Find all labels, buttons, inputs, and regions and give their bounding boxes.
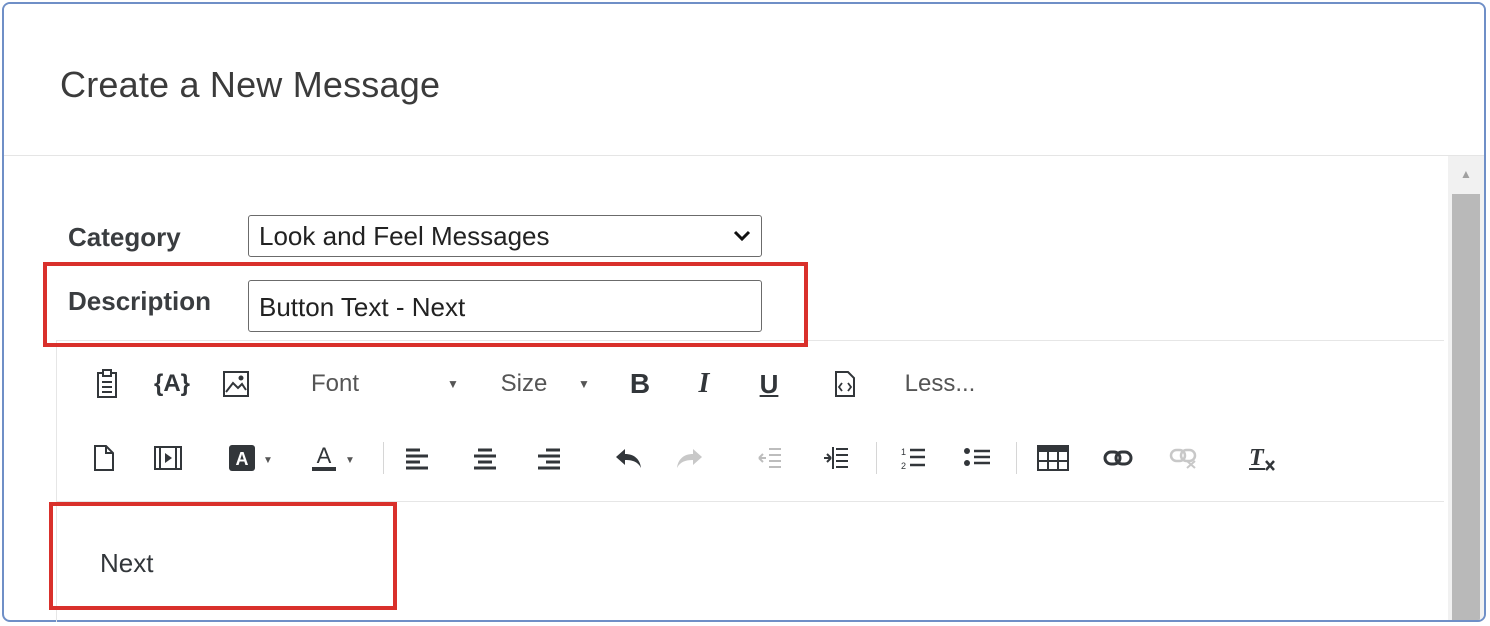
text-color-icon[interactable]: A (308, 440, 340, 476)
align-right-icon[interactable] (532, 440, 566, 476)
image-icon[interactable] (218, 366, 254, 402)
dialog-title: Create a New Message (60, 64, 441, 105)
scroll-thumb[interactable] (1452, 194, 1480, 620)
scroll-up-icon[interactable]: ▲ (1448, 162, 1484, 186)
description-highlight-box (43, 262, 808, 347)
svg-text:T: T (1249, 445, 1265, 471)
toolbar-divider (876, 442, 877, 474)
table-icon[interactable] (1034, 440, 1072, 476)
svg-text:A: A (317, 443, 332, 468)
text-color-caret-icon[interactable]: ▼ (342, 442, 358, 478)
align-left-icon[interactable] (400, 440, 434, 476)
toolbar-divider (383, 442, 384, 474)
outdent-icon[interactable] (754, 440, 786, 476)
svg-text:1: 1 (901, 447, 906, 457)
size-dropdown[interactable]: Size (496, 366, 552, 402)
underline-button[interactable]: U (752, 366, 786, 402)
category-value: Look and Feel Messages (259, 221, 550, 251)
clear-formatting-icon[interactable]: T (1244, 440, 1280, 476)
unlink-icon[interactable] (1166, 440, 1202, 476)
category-label: Category (68, 222, 181, 252)
svg-text:A: A (236, 449, 249, 469)
svg-text:2: 2 (901, 461, 906, 471)
bulleted-list-icon[interactable] (960, 440, 994, 476)
size-caret-icon[interactable]: ▼ (575, 366, 593, 402)
toolbar-divider (1016, 442, 1017, 474)
insert-variable-icon[interactable]: {A} (150, 366, 194, 402)
undo-icon[interactable] (610, 440, 646, 476)
paste-icon[interactable] (90, 366, 124, 402)
font-dropdown[interactable]: Font (305, 366, 365, 402)
numbered-list-icon[interactable]: 12 (896, 440, 930, 476)
new-document-icon[interactable] (88, 440, 120, 476)
content-highlight-box (49, 502, 397, 610)
link-icon[interactable] (1100, 440, 1136, 476)
redo-icon[interactable] (672, 440, 708, 476)
background-color-caret-icon[interactable]: ▼ (260, 442, 276, 478)
source-code-icon[interactable] (828, 366, 862, 402)
italic-button[interactable]: I (688, 366, 720, 402)
dialog-header: Create a New Message (4, 4, 1484, 156)
background-color-icon[interactable]: A (226, 440, 258, 476)
bold-button[interactable]: B (624, 366, 656, 402)
category-select[interactable]: Look and Feel Messages (248, 215, 762, 257)
indent-icon[interactable] (818, 440, 854, 476)
font-caret-icon[interactable]: ▼ (444, 366, 462, 402)
less-button[interactable]: Less... (900, 366, 980, 402)
vertical-scrollbar[interactable]: ▲ (1448, 156, 1484, 620)
media-icon[interactable] (150, 440, 186, 476)
align-center-icon[interactable] (468, 440, 502, 476)
